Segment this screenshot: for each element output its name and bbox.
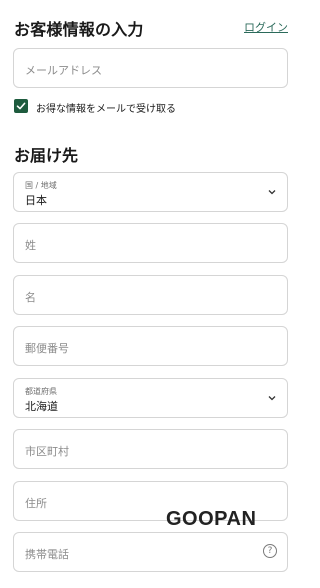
newsletter-option[interactable]: お得な情報をメールで受け取る bbox=[14, 98, 288, 116]
help-circle-icon[interactable]: ? bbox=[263, 544, 277, 558]
page-title: お客様情報の入力 bbox=[14, 20, 144, 39]
email-field[interactable]: メールアドレス bbox=[13, 48, 288, 88]
postal-code-placeholder: 郵便番号 bbox=[25, 342, 69, 355]
watermark-logo: GOOPAN bbox=[166, 508, 257, 530]
phone-placeholder: 携帯電話 bbox=[25, 548, 69, 561]
postal-code-field[interactable]: 郵便番号 bbox=[13, 326, 288, 366]
last-name-field[interactable]: 姓 bbox=[13, 223, 288, 263]
last-name-placeholder: 姓 bbox=[25, 239, 36, 252]
city-placeholder: 市区町村 bbox=[25, 445, 69, 458]
prefecture-label: 都道府県 bbox=[25, 387, 57, 396]
country-label: 国 / 地域 bbox=[25, 181, 57, 190]
prefecture-select[interactable]: 都道府県 北海道 bbox=[13, 378, 288, 418]
checkout-header: お客様情報の入力 ログイン bbox=[14, 16, 288, 40]
prefecture-value: 北海道 bbox=[25, 400, 58, 413]
newsletter-label: お得な情報をメールで受け取る bbox=[36, 104, 176, 115]
chevron-down-icon bbox=[268, 396, 276, 401]
newsletter-checkbox[interactable] bbox=[14, 99, 28, 113]
first-name-field[interactable]: 名 bbox=[13, 275, 288, 315]
login-link[interactable]: ログイン bbox=[244, 19, 288, 35]
shipping-title: お届け先 bbox=[14, 146, 79, 165]
email-placeholder: メールアドレス bbox=[25, 64, 102, 77]
city-field[interactable]: 市区町村 bbox=[13, 429, 288, 469]
chevron-down-icon bbox=[268, 190, 276, 195]
address-placeholder: 住所 bbox=[25, 497, 47, 510]
check-icon bbox=[16, 102, 26, 110]
first-name-placeholder: 名 bbox=[25, 291, 36, 304]
country-select[interactable]: 国 / 地域 日本 bbox=[13, 172, 288, 212]
country-value: 日本 bbox=[25, 194, 47, 207]
phone-field[interactable]: 携帯電話 ? bbox=[13, 532, 288, 572]
